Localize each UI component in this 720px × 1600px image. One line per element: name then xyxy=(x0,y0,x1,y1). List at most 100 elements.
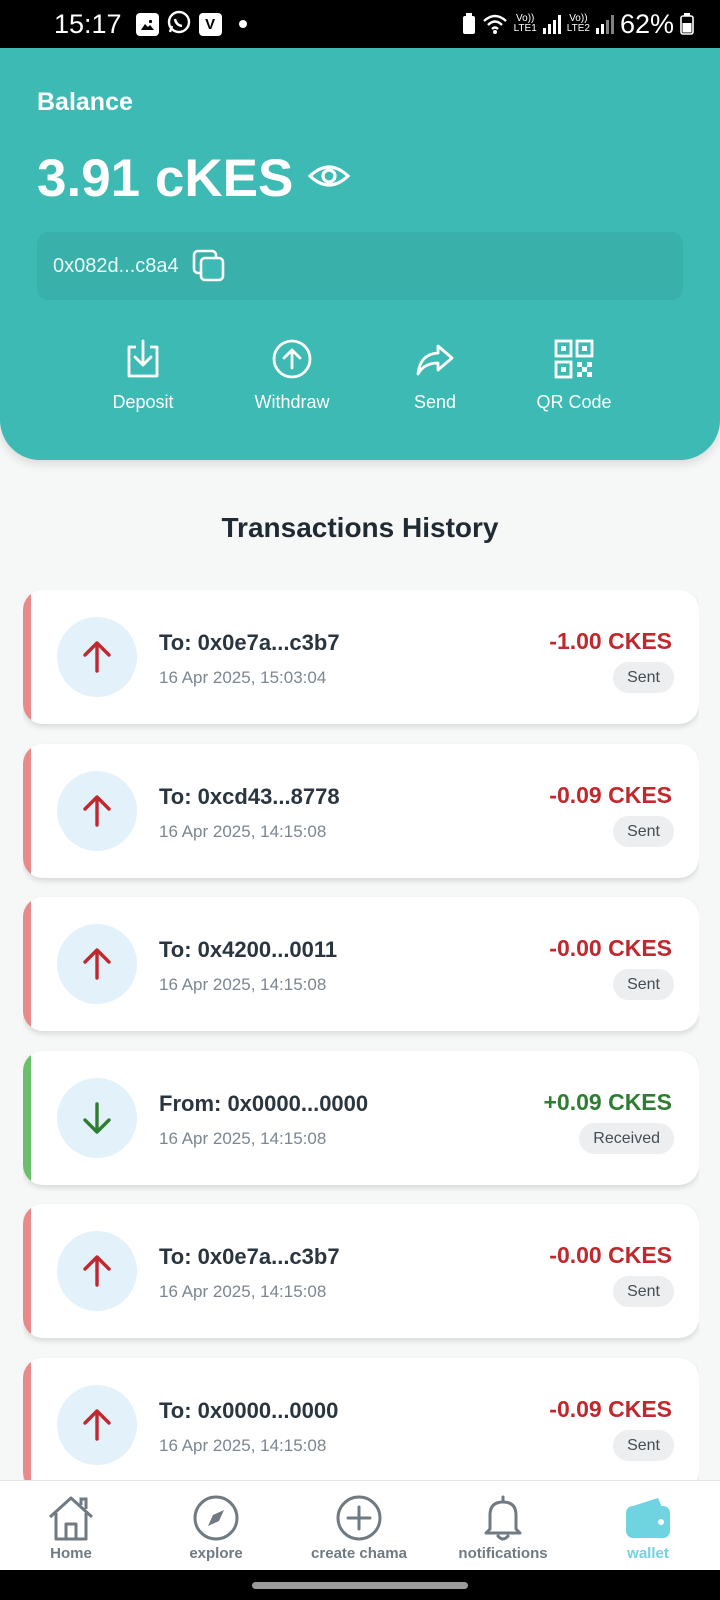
nav-create-chama[interactable]: create chama xyxy=(289,1493,429,1562)
balance-amount: 3.91 cKES xyxy=(37,149,294,208)
transaction-date: 16 Apr 2025, 14:15:08 xyxy=(159,1129,327,1148)
transaction-card[interactable]: From: 0x0000...0000 16 Apr 2025, 14:15:0… xyxy=(23,1051,699,1185)
send-label: Send xyxy=(413,392,457,412)
transaction-amount: -0.00 CKES xyxy=(549,935,672,961)
transaction-card[interactable]: To: 0x0e7a...c3b7 16 Apr 2025, 15:03:04 … xyxy=(23,590,699,724)
transactions-list[interactable]: To: 0x0e7a...c3b7 16 Apr 2025, 15:03:04 … xyxy=(23,590,699,1480)
status-stripe xyxy=(23,1204,31,1338)
bell-icon xyxy=(484,1495,522,1541)
wallet-address-box: 0x082d...c8a4 xyxy=(37,232,683,300)
transaction-amount: -1.00 CKES xyxy=(549,628,672,654)
copy-icon[interactable] xyxy=(191,248,227,284)
deposit-button[interactable]: Deposit xyxy=(78,338,208,413)
deposit-label: Deposit xyxy=(112,392,174,412)
notification-icons: V xyxy=(135,9,247,40)
balance-header: Balance 3.91 cKES 0x082d...c8a4 Deposit … xyxy=(0,48,720,460)
status-stripe xyxy=(23,897,31,1031)
share-forward-icon xyxy=(416,344,454,376)
arrow-up-icon xyxy=(83,641,111,673)
nav-create-chama-label: create chama xyxy=(311,1545,407,1562)
v-app-icon: V xyxy=(198,12,222,36)
transaction-title: To: 0x0000...0000 xyxy=(159,1398,339,1423)
transaction-title: From: 0x0000...0000 xyxy=(159,1091,369,1116)
sim1-label: Vo)) LTE1 xyxy=(513,13,537,34)
whatsapp-icon xyxy=(166,9,192,40)
arrow-down-icon xyxy=(83,1102,111,1134)
status-badge: Sent xyxy=(613,969,674,1000)
transaction-date: 16 Apr 2025, 14:15:08 xyxy=(159,975,327,994)
nav-notifications[interactable]: notifications xyxy=(433,1493,573,1562)
transaction-card[interactable]: To: 0x0e7a...c3b7 16 Apr 2025, 14:15:08 … xyxy=(23,1204,699,1338)
bottom-navigation: Home explore create chama notifications … xyxy=(0,1480,720,1570)
nav-wallet-label: wallet xyxy=(627,1545,669,1562)
status-stripe xyxy=(23,744,31,878)
direction-badge xyxy=(57,1231,137,1311)
transaction-date: 16 Apr 2025, 14:15:08 xyxy=(159,822,327,841)
system-icons: Vo)) LTE1 Vo)) LTE2 62% xyxy=(462,9,694,40)
signal-bars-1-icon xyxy=(542,14,561,34)
send-button[interactable]: Send xyxy=(370,338,500,413)
transaction-date: 16 Apr 2025, 15:03:04 xyxy=(159,668,327,687)
status-bar: 15:17 V Vo)) LTE1 Vo)) LTE2 62% xyxy=(0,0,720,48)
nav-explore-label: explore xyxy=(189,1545,243,1562)
transaction-date: 16 Apr 2025, 14:15:08 xyxy=(159,1282,327,1301)
status-stripe xyxy=(23,590,31,724)
signal-bars-2-icon xyxy=(595,14,614,34)
nav-home-label: Home xyxy=(50,1545,92,1562)
eye-icon[interactable] xyxy=(307,156,351,196)
transaction-title: To: 0x0e7a...c3b7 xyxy=(159,1244,340,1269)
transaction-amount: -0.09 CKES xyxy=(549,1396,672,1422)
plus-circle-icon xyxy=(336,1495,382,1541)
sim2-label: Vo)) LTE2 xyxy=(566,13,590,34)
transaction-card[interactable]: To: 0x4200...0011 16 Apr 2025, 14:15:08 … xyxy=(23,897,699,1031)
transaction-amount: -0.00 CKES xyxy=(549,1242,672,1268)
transaction-date: 16 Apr 2025, 14:15:08 xyxy=(159,1436,327,1455)
more-notifications-dot xyxy=(238,20,247,28)
transaction-amount: -0.09 CKES xyxy=(549,782,672,808)
wallet-address: 0x082d...c8a4 xyxy=(53,254,179,277)
transaction-amount: +0.09 CKES xyxy=(543,1089,673,1115)
nav-wallet[interactable]: wallet xyxy=(578,1493,718,1562)
status-stripe xyxy=(23,1358,31,1480)
status-time: 15:17 xyxy=(54,8,122,39)
direction-badge xyxy=(57,924,137,1004)
status-badge: Sent xyxy=(613,816,674,847)
status-badge: Sent xyxy=(613,1430,674,1461)
download-icon xyxy=(127,339,159,378)
nav-explore[interactable]: explore xyxy=(146,1493,286,1562)
direction-badge xyxy=(57,1078,137,1158)
wifi-icon xyxy=(482,14,507,34)
battery-percent: 62% xyxy=(619,8,674,39)
arrow-up-icon xyxy=(83,795,111,827)
nav-notifications-label: notifications xyxy=(458,1545,548,1562)
withdraw-label: Withdraw xyxy=(254,392,330,412)
qr-code-label: QR Code xyxy=(536,392,612,412)
nav-home[interactable]: Home xyxy=(1,1493,141,1562)
status-badge: Sent xyxy=(613,662,674,693)
gesture-bar xyxy=(0,1570,720,1600)
status-badge: Sent xyxy=(613,1276,674,1307)
transaction-title: To: 0xcd43...8778 xyxy=(159,784,340,809)
battery-saver-icon xyxy=(462,13,475,34)
arrow-up-circle-icon xyxy=(272,339,312,379)
status-badge: Received xyxy=(579,1123,674,1154)
qr-code-icon xyxy=(554,339,594,379)
direction-badge xyxy=(57,617,137,697)
arrow-up-icon xyxy=(83,948,111,980)
transaction-card[interactable]: To: 0xcd43...8778 16 Apr 2025, 14:15:08 … xyxy=(23,744,699,878)
balance-label: Balance xyxy=(37,88,133,116)
direction-badge xyxy=(57,1385,137,1465)
home-gesture-handle[interactable] xyxy=(252,1582,468,1589)
battery-icon xyxy=(680,13,694,35)
transactions-title: Transactions History xyxy=(221,512,499,543)
qr-code-button[interactable]: QR Code xyxy=(509,338,639,413)
transaction-title: To: 0x4200...0011 xyxy=(159,937,338,962)
compass-icon xyxy=(193,1495,239,1541)
wallet-icon xyxy=(626,1498,670,1538)
arrow-up-icon xyxy=(83,1409,111,1441)
transaction-card[interactable]: To: 0x0000...0000 16 Apr 2025, 14:15:08 … xyxy=(23,1358,699,1480)
direction-badge xyxy=(57,771,137,851)
status-stripe xyxy=(23,1051,31,1185)
withdraw-button[interactable]: Withdraw xyxy=(227,338,357,413)
transaction-title: To: 0x0e7a...c3b7 xyxy=(159,630,340,655)
